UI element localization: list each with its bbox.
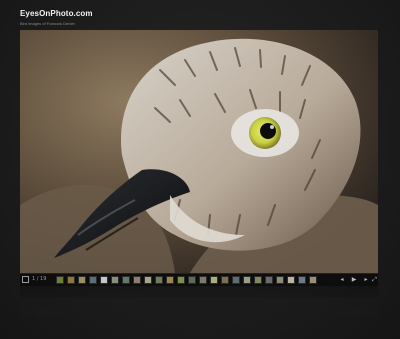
thumbnail-strip: 1 / 19 ◂ ▶ ▸ ⤢ [20, 273, 378, 286]
site-subtitle: Bird images of Francois Denier [20, 21, 75, 26]
thumbnail-item[interactable] [188, 276, 196, 284]
thumbnail-item[interactable] [100, 276, 108, 284]
gallery-page: EyesOnPhoto.com Bird images of Francois … [0, 0, 400, 339]
play-icon[interactable]: ▶ [349, 276, 359, 284]
thumbnail-item[interactable] [309, 276, 317, 284]
thumbnail-item[interactable] [122, 276, 130, 284]
reflection-fade [20, 286, 378, 316]
fullscreen-icon[interactable]: ⤢ [371, 276, 378, 284]
main-photo[interactable] [20, 30, 378, 273]
thumbnail-item[interactable] [133, 276, 141, 284]
prev-icon[interactable]: ◂ [337, 276, 347, 284]
thumbnail-item[interactable] [265, 276, 273, 284]
bird-photo-image [20, 30, 378, 273]
next-icon[interactable]: ▸ [361, 276, 371, 284]
thumbnail-item[interactable] [155, 276, 163, 284]
thumbnail-item[interactable] [287, 276, 295, 284]
thumbnail-item[interactable] [243, 276, 251, 284]
thumbnail-item[interactable] [67, 276, 75, 284]
thumbnail-item[interactable] [221, 276, 229, 284]
image-counter: 1 / 19 [32, 276, 47, 282]
thumbnail-item[interactable] [166, 276, 174, 284]
thumbnail-item[interactable] [276, 276, 284, 284]
thumbnail-item[interactable] [144, 276, 152, 284]
thumbnail-item[interactable] [199, 276, 207, 284]
zoom-icon[interactable] [22, 276, 29, 283]
site-title[interactable]: EyesOnPhoto.com [20, 9, 93, 18]
thumbnail-item[interactable] [89, 276, 97, 284]
thumbnail-reflection [20, 286, 378, 316]
thumbnail-item[interactable] [254, 276, 262, 284]
thumbnail-item[interactable] [210, 276, 218, 284]
thumbnail-item[interactable] [111, 276, 119, 284]
thumbnail-item[interactable] [298, 276, 306, 284]
thumbnail-item[interactable] [56, 276, 64, 284]
thumbnail-item[interactable] [232, 276, 240, 284]
thumbnail-item[interactable] [78, 276, 86, 284]
thumbnail-item[interactable] [177, 276, 185, 284]
